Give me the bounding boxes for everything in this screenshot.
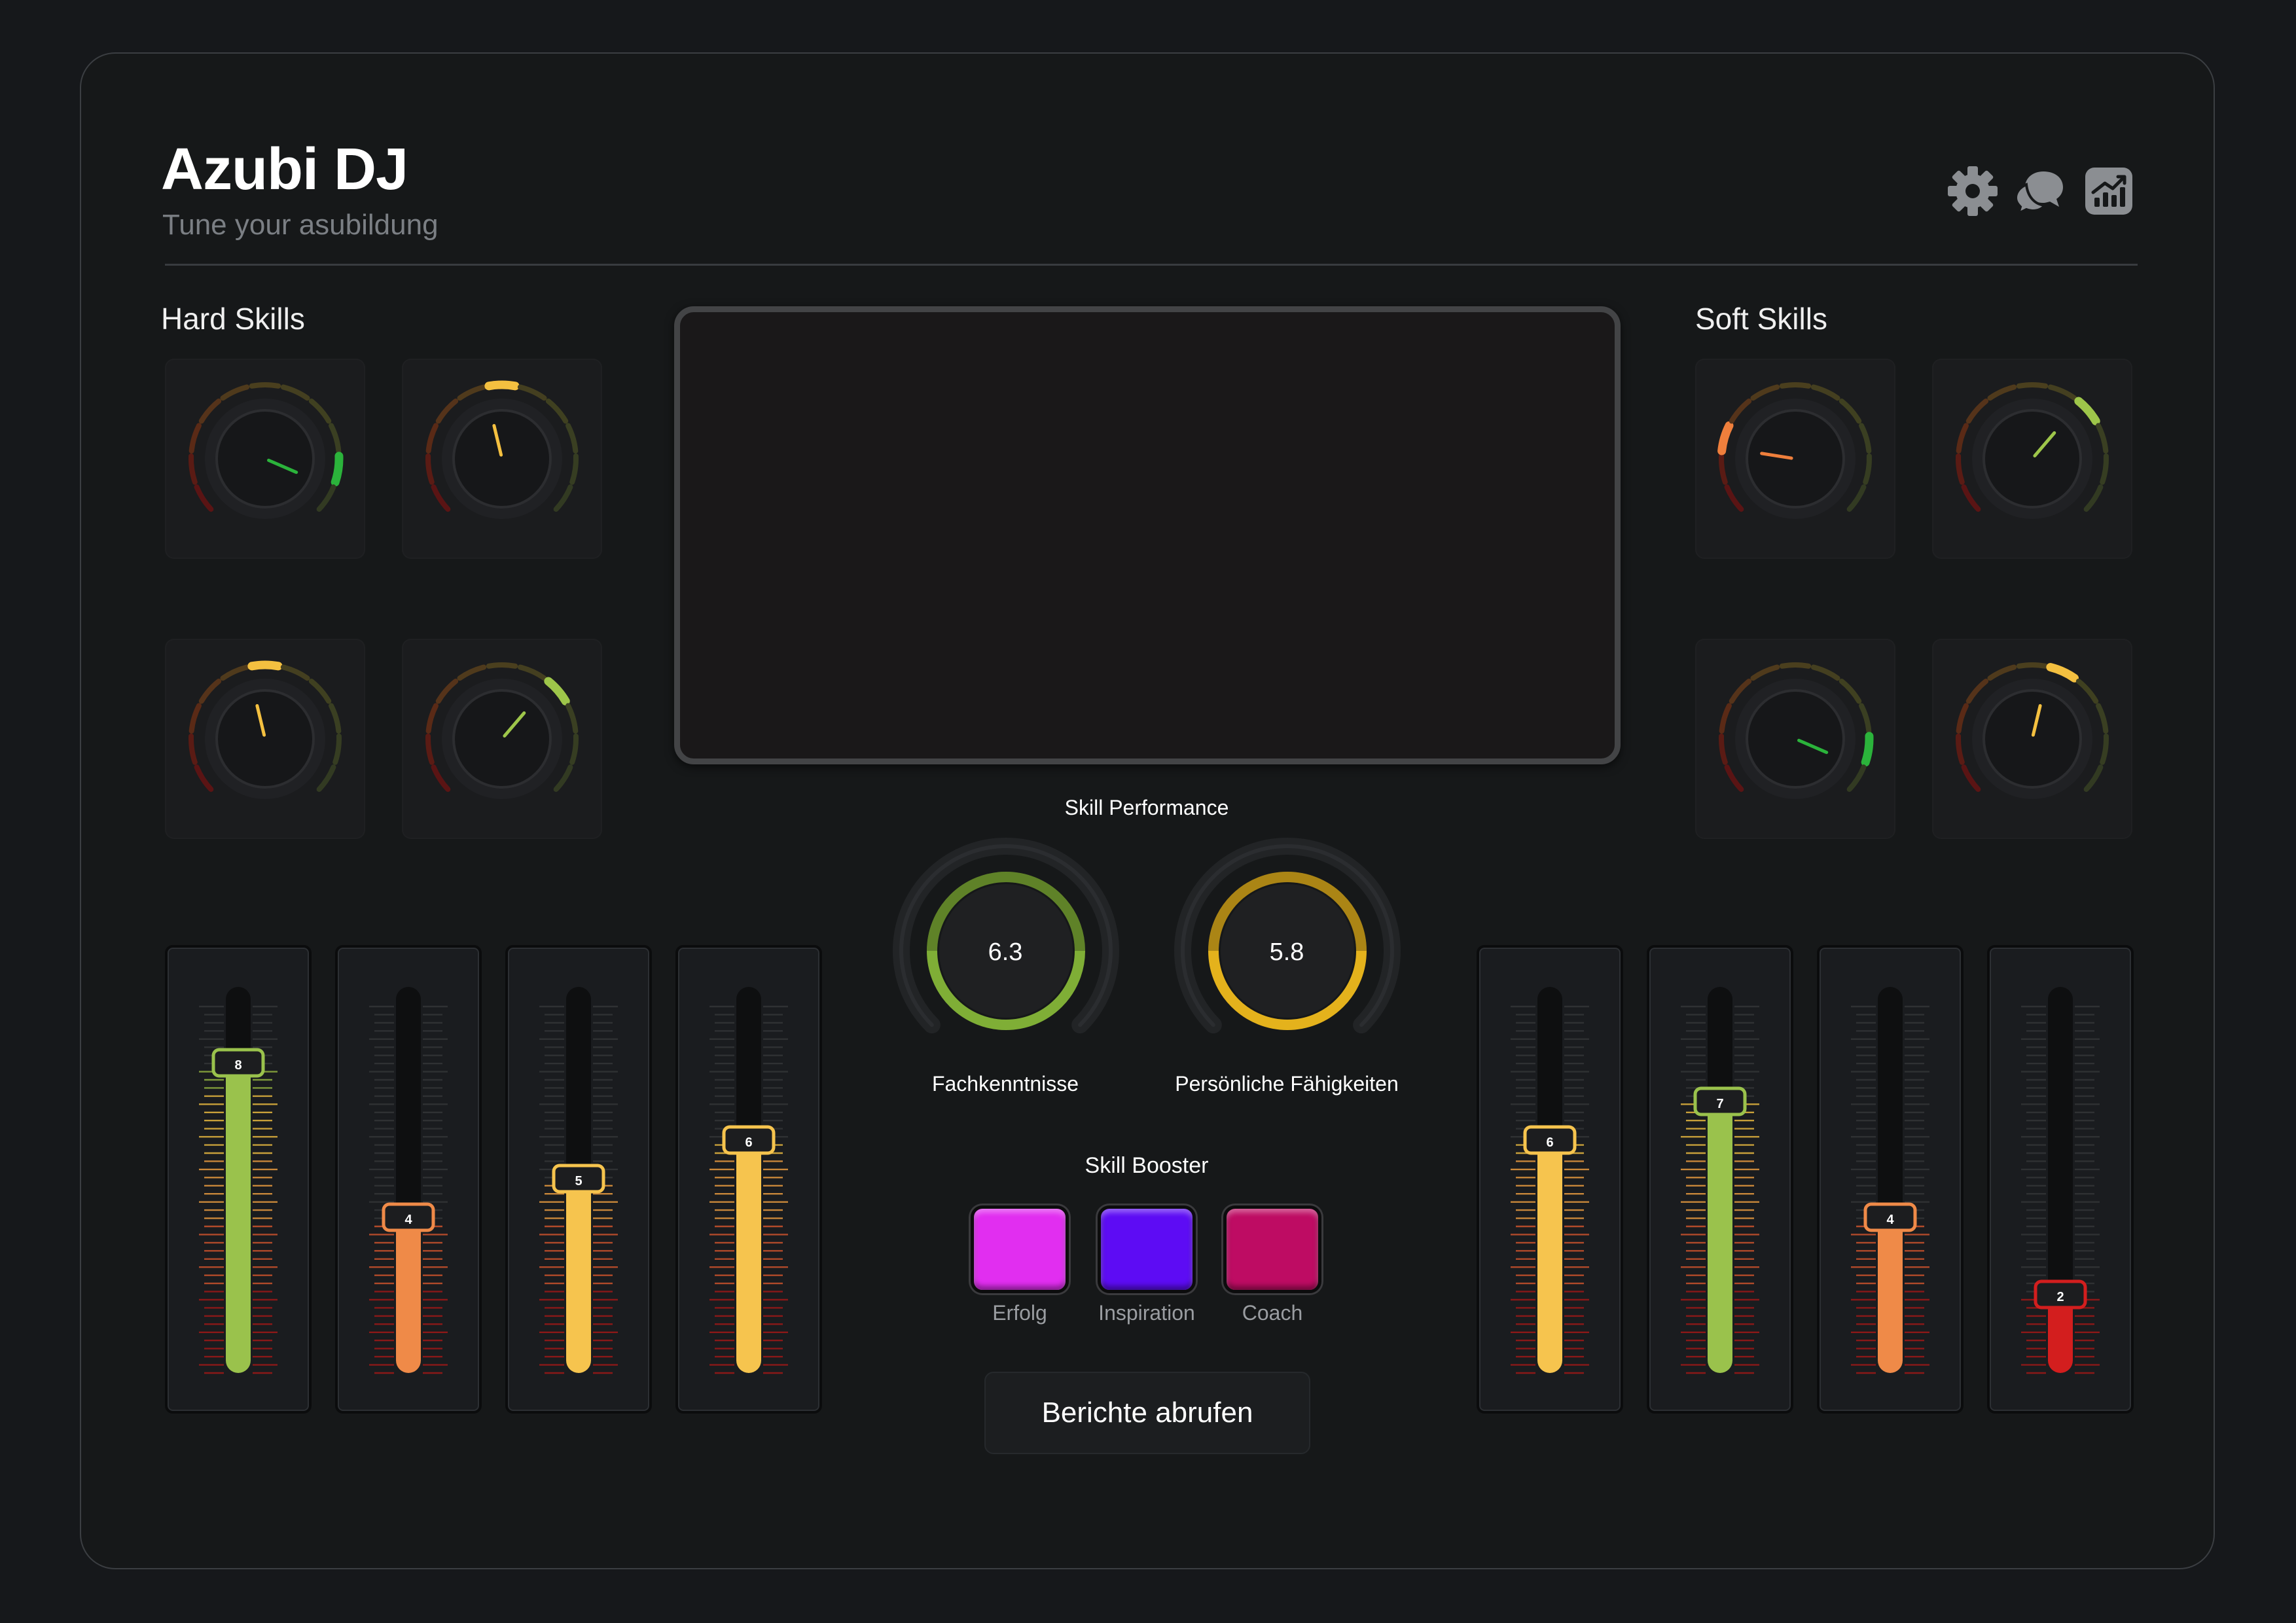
skill-performance-label: Skill Performance [1064, 796, 1229, 819]
hard-skill-fader-4[interactable]: 6 [675, 945, 822, 1414]
booster-label-inspiration: Inspiration [1098, 1301, 1195, 1325]
svg-text:6: 6 [745, 1135, 752, 1150]
gauge-label-fachkenntnisse: Fachkenntnisse [931, 1072, 1079, 1096]
report-button[interactable]: Berichte abrufen [984, 1372, 1310, 1454]
gauge-value-fachkenntnisse: 6.3 [988, 938, 1023, 966]
hard-skill-knob-1[interactable] [165, 359, 365, 559]
hard-skill-knob-4[interactable] [402, 639, 602, 839]
booster-button-coach[interactable] [1223, 1205, 1321, 1293]
soft-skill-knob-2[interactable] [1932, 359, 2132, 559]
soft-skill-fader-3[interactable]: 4 [1817, 945, 1964, 1414]
svg-text:4: 4 [1886, 1213, 1894, 1227]
svg-text:7: 7 [1716, 1097, 1723, 1111]
svg-text:4: 4 [404, 1213, 412, 1227]
chat-bubbles-icon[interactable] [2012, 164, 2067, 219]
skill-booster-label: Skill Booster [1085, 1153, 1209, 1178]
booster-button-erfolg[interactable] [971, 1205, 1069, 1293]
hard-skill-fader-1[interactable]: 8 [165, 945, 312, 1414]
svg-text:8: 8 [234, 1058, 242, 1073]
svg-text:2: 2 [2056, 1290, 2064, 1304]
soft-skill-fader-4[interactable]: 2 [1987, 945, 2134, 1414]
hard-skill-fader-2[interactable]: 4 [335, 945, 482, 1414]
hard-skill-knob-3[interactable] [165, 639, 365, 839]
gauge-label-persoenliche-faehigkeiten: Persönliche Fähigkeiten [1175, 1072, 1399, 1096]
booster-button-inspiration[interactable] [1098, 1205, 1196, 1293]
hard-skills-label: Hard Skills [161, 302, 305, 336]
main-display-screen [674, 306, 1621, 764]
svg-text:5: 5 [575, 1174, 582, 1188]
soft-skill-fader-1[interactable]: 6 [1477, 945, 1623, 1414]
header-divider [165, 264, 2138, 266]
booster-label-erfolg: Erfolg [992, 1301, 1047, 1325]
soft-skill-knob-4[interactable] [1932, 639, 2132, 839]
soft-skill-knob-3[interactable] [1695, 639, 1895, 839]
soft-skill-knob-1[interactable] [1695, 359, 1895, 559]
hard-skill-fader-3[interactable]: 5 [505, 945, 652, 1414]
soft-skills-label: Soft Skills [1695, 302, 1827, 336]
app-title: Azubi DJ [161, 137, 408, 202]
gear-icon[interactable] [1945, 164, 2000, 219]
soft-skill-fader-2[interactable]: 7 [1647, 945, 1793, 1414]
chart-icon[interactable] [2081, 164, 2136, 219]
app-subtitle: Tune your asubildung [162, 209, 439, 241]
hard-skill-knob-2[interactable] [402, 359, 602, 559]
svg-text:6: 6 [1546, 1135, 1553, 1150]
gauge-value-persoenliche-faehigkeiten: 5.8 [1269, 938, 1304, 966]
booster-label-coach: Coach [1242, 1301, 1303, 1325]
